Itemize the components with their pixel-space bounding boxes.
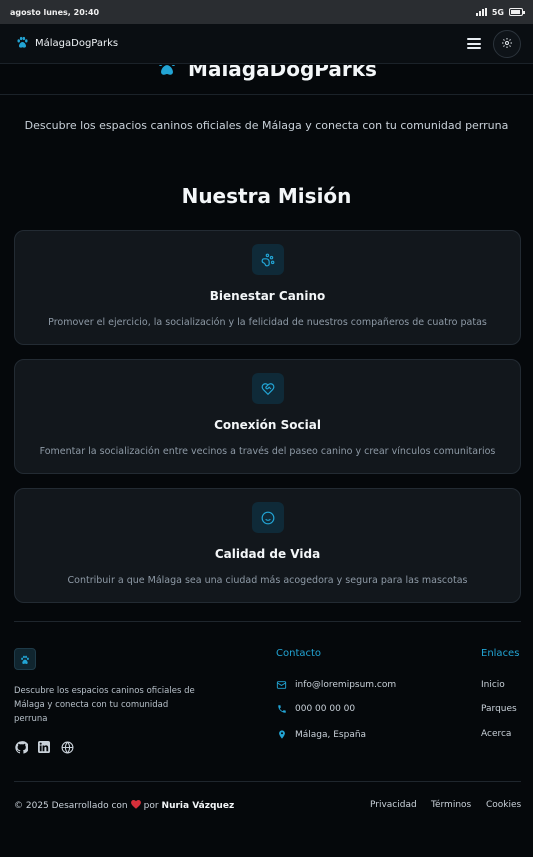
- paw-icon: [156, 65, 178, 82]
- settings-button[interactable]: [493, 29, 521, 58]
- social-links: [14, 740, 74, 754]
- github-icon[interactable]: [14, 740, 28, 754]
- footer-link-acerca[interactable]: Acerca: [481, 729, 511, 739]
- paw-icon: [20, 650, 30, 669]
- card-description: Contribuir a que Málaga sea una ciudad m…: [67, 575, 468, 586]
- battery-icon: [509, 8, 525, 16]
- footer-bottom-divider: [14, 781, 521, 782]
- contact-location-text: Málaga, España: [295, 729, 367, 740]
- status-time: agosto lunes, 20:40: [10, 7, 100, 17]
- status-indicators: 5G: [475, 7, 525, 17]
- mission-card-calidad: Calidad de Vida Contribuir a que Málaga …: [14, 488, 521, 603]
- contact-phone-text: 000 00 00 00: [295, 704, 356, 714]
- smile-icon: [251, 502, 284, 533]
- linkedin-icon[interactable]: [37, 740, 51, 754]
- author-name: Nuria Vázquez: [161, 801, 235, 811]
- copyright: © 2025 Desarrollado con por Nuria Vázque…: [14, 799, 235, 812]
- top-navbar: MálagaDogParks: [0, 24, 533, 64]
- network-type: 5G: [491, 7, 504, 17]
- links-title: Enlaces: [481, 648, 520, 659]
- menu-button[interactable]: [467, 38, 481, 49]
- card-description: Promover el ejercicio, la socialización …: [48, 317, 487, 328]
- contact-phone[interactable]: 000 00 00 00: [276, 704, 355, 714]
- mail-icon: [276, 680, 287, 690]
- paw-hand-icon: [251, 244, 284, 275]
- brand-link[interactable]: MálagaDogParks: [16, 36, 118, 52]
- footer-logo: [14, 648, 36, 670]
- signal-icon: [475, 8, 487, 16]
- copyright-by: por: [143, 801, 159, 811]
- heart-icon: [130, 799, 141, 812]
- contact-location: Málaga, España: [276, 729, 366, 740]
- paw-icon: [16, 36, 29, 52]
- footer-description: Descubre los espacios caninos oficiales …: [14, 686, 195, 724]
- mission-card-bienestar: Bienestar Canino Promover el ejercicio, …: [14, 230, 521, 345]
- globe-icon[interactable]: [60, 740, 74, 754]
- hero-subtitle: Descubre los espacios caninos oficiales …: [24, 119, 509, 132]
- hero-header: MálagaDogParks: [0, 65, 533, 95]
- card-title: Bienestar Canino: [209, 289, 326, 303]
- hero-title: MálagaDogParks: [188, 65, 377, 81]
- status-bar: agosto lunes, 20:40 5G: [0, 0, 533, 24]
- footer-link-parques[interactable]: Parques: [481, 704, 517, 714]
- footer-link-inicio[interactable]: Inicio: [481, 680, 505, 690]
- mission-card-conexion: Conexión Social Fomentar la socializació…: [14, 359, 521, 474]
- mission-title: Nuestra Misión: [181, 184, 352, 208]
- contact-email-text: info@loremipsum.com: [295, 680, 397, 690]
- card-title: Conexión Social: [214, 418, 321, 432]
- gear-icon: [501, 34, 513, 53]
- card-description: Fomentar la socialización entre vecinos …: [39, 446, 496, 457]
- terms-link[interactable]: Términos: [431, 800, 471, 810]
- brand-name: MálagaDogParks: [35, 38, 119, 49]
- cookies-link[interactable]: Cookies: [486, 800, 521, 810]
- location-pin-icon: [276, 729, 287, 740]
- card-title: Calidad de Vida: [214, 547, 321, 561]
- heart-handshake-icon: [251, 373, 284, 404]
- privacy-link[interactable]: Privacidad: [370, 800, 417, 810]
- copyright-prefix: © 2025 Desarrollado con: [14, 801, 128, 811]
- phone-icon: [276, 704, 287, 714]
- footer-divider: [14, 621, 521, 622]
- contact-title: Contacto: [276, 648, 322, 659]
- contact-email[interactable]: info@loremipsum.com: [276, 680, 396, 690]
